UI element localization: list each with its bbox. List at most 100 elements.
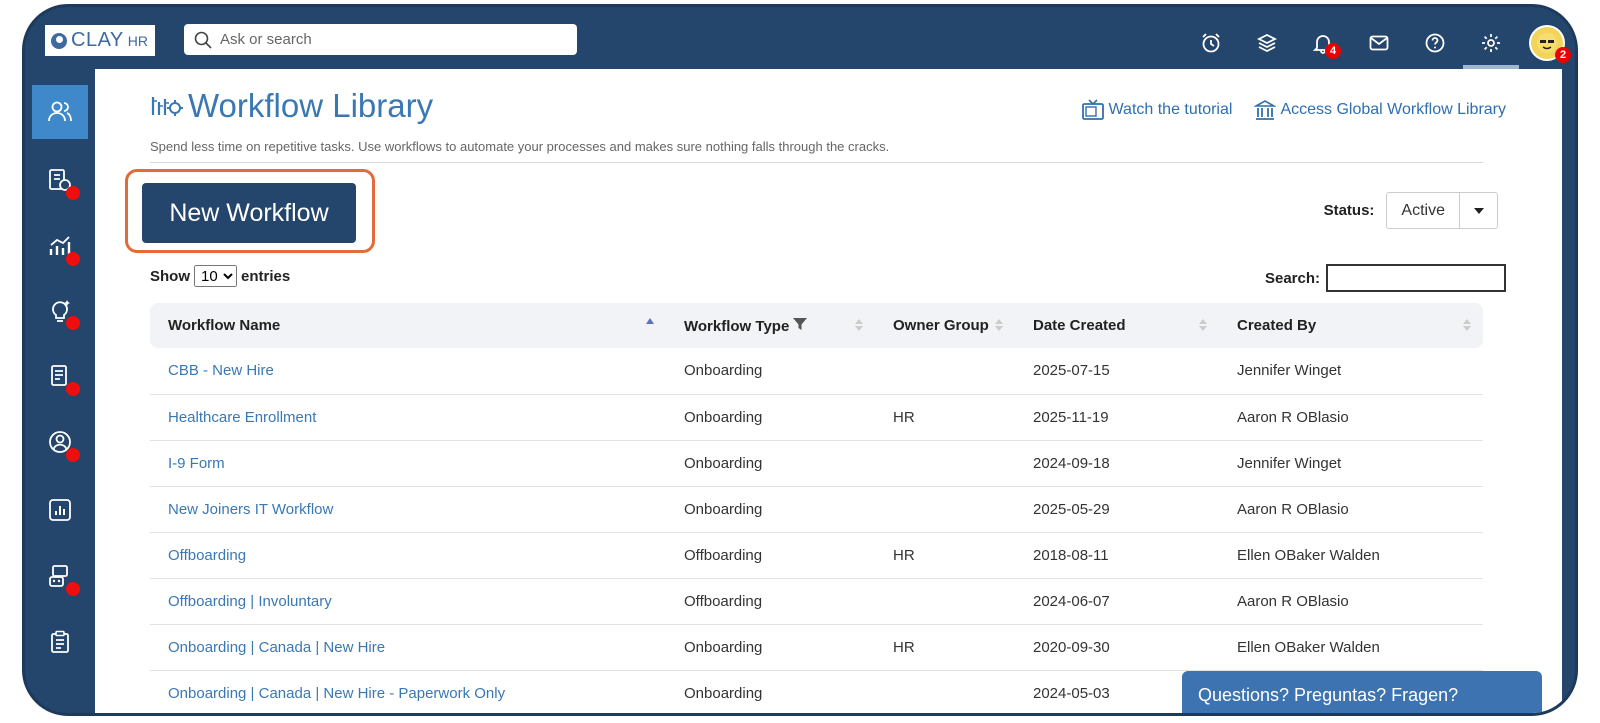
layers-icon[interactable] — [1239, 23, 1295, 63]
workflow-name-link[interactable]: New Joiners IT Workflow — [168, 501, 333, 518]
workflow-type-cell: Onboarding — [666, 394, 875, 441]
workflow-table: Workflow Name Workflow Type Owner Group … — [150, 303, 1483, 713]
column-header-workflow-type[interactable]: Workflow Type — [666, 303, 875, 348]
workflow-name-link[interactable]: I-9 Form — [168, 455, 225, 472]
owner-group-cell: HR — [875, 532, 1015, 579]
workflow-name-cell: New Joiners IT Workflow — [150, 486, 666, 533]
created-by-cell: Jennifer Winget — [1219, 348, 1483, 395]
sidebar-item-analytics[interactable] — [32, 219, 88, 273]
table-row: Onboarding | Canada | New Hire Onboardin… — [150, 624, 1483, 671]
watch-tutorial-link[interactable]: Watch the tutorial — [1081, 99, 1232, 121]
user-avatar[interactable]: 2 — [1519, 23, 1575, 63]
table-search-label: Search: — [1264, 269, 1320, 287]
app-frame: CLAY HR 4 — [22, 4, 1578, 716]
logo-suffix: HR — [127, 32, 148, 49]
owner-group-cell: HR — [875, 624, 1015, 671]
avatar-badge: 2 — [1555, 47, 1571, 63]
workflow-type-cell: Offboarding — [666, 532, 875, 579]
global-search[interactable] — [184, 24, 577, 55]
gear-icon[interactable] — [1463, 23, 1519, 69]
workflow-name-link[interactable]: Offboarding | Involuntary — [168, 593, 332, 610]
sidebar-item-profile[interactable] — [32, 415, 88, 469]
header-links: Watch the tutorial Access Global Workflo… — [1081, 99, 1506, 121]
workflow-type-cell: Onboarding — [666, 670, 875, 713]
search-icon — [194, 31, 212, 49]
status-label: Status: — [1323, 202, 1375, 219]
workflow-type-cell: Onboarding — [666, 486, 875, 533]
chat-widget[interactable]: Questions? Preguntas? Fragen? — [1182, 671, 1542, 713]
sort-icon — [1463, 319, 1471, 331]
date-created-cell: 2018-08-11 — [1015, 532, 1219, 579]
tv-icon — [1081, 99, 1104, 120]
table-search: Search: — [1265, 264, 1506, 292]
sidebar-item-robot[interactable] — [32, 549, 88, 603]
show-label: Show — [150, 267, 190, 285]
top-bar: CLAY HR 4 — [25, 7, 1575, 69]
created-by-cell: Ellen OBaker Walden — [1219, 532, 1483, 579]
column-header-label: Date Created — [1033, 317, 1126, 334]
sidebar-item-people[interactable] — [32, 85, 88, 139]
workflow-type-cell: Onboarding — [666, 440, 875, 487]
date-created-cell: 2024-06-07 — [1015, 578, 1219, 625]
global-library-link[interactable]: Access Global Workflow Library — [1254, 99, 1506, 121]
page-title: Workflow Library — [188, 87, 434, 124]
notification-badge: 4 — [1325, 43, 1341, 59]
owner-group-cell — [875, 440, 1015, 487]
created-by-cell: Ellen OBaker Walden — [1219, 624, 1483, 671]
entries-control: Show 10 entries — [150, 265, 290, 287]
date-created-cell: 2020-09-30 — [1015, 624, 1219, 671]
created-by-cell: Jennifer Winget — [1219, 440, 1483, 487]
column-header-created-by[interactable]: Created By — [1219, 303, 1483, 348]
workflow-icon — [151, 97, 183, 116]
clayhr-logo[interactable]: CLAY HR — [45, 25, 155, 56]
alert-dot — [66, 582, 80, 596]
workflow-name-cell: Onboarding | Canada | New Hire - Paperwo… — [150, 670, 666, 713]
owner-group-cell — [875, 670, 1015, 713]
date-created-cell: 2025-11-19 — [1015, 394, 1219, 441]
clipboard-icon — [51, 630, 69, 653]
column-header-owner-group[interactable]: Owner Group — [875, 303, 1015, 348]
owner-group-cell — [875, 348, 1015, 395]
workflow-name-link[interactable]: Onboarding | Canada | New Hire — [168, 639, 385, 656]
sidebar-item-ideas[interactable] — [32, 283, 88, 337]
workflow-name-cell: Offboarding | Involuntary — [150, 578, 666, 625]
status-select[interactable]: Active — [1386, 192, 1460, 229]
sidebar-item-clipboard[interactable] — [32, 615, 88, 669]
workflow-name-cell: Healthcare Enrollment — [150, 394, 666, 441]
workflow-name-link[interactable]: Healthcare Enrollment — [168, 409, 316, 426]
alert-dot — [66, 252, 80, 266]
workflow-name-link[interactable]: Offboarding — [168, 547, 246, 564]
filter-icon[interactable] — [793, 317, 808, 331]
global-library-label: Access Global Workflow Library — [1280, 101, 1506, 118]
column-header-date-created[interactable]: Date Created — [1015, 303, 1219, 348]
new-workflow-button[interactable]: New Workflow — [142, 183, 356, 243]
institution-icon — [1254, 100, 1277, 120]
column-header-workflow-name[interactable]: Workflow Name — [150, 303, 666, 348]
people-icon — [48, 101, 72, 122]
workflow-name-cell: CBB - New Hire — [150, 348, 666, 395]
created-by-cell: Aaron R OBlasio — [1219, 486, 1483, 533]
table-search-input[interactable] — [1326, 264, 1506, 292]
sort-icon — [995, 319, 1003, 331]
table-row: New Joiners IT Workflow Onboarding 2025-… — [150, 486, 1483, 533]
sort-icon — [855, 319, 863, 331]
sidebar-item-reports[interactable] — [32, 483, 88, 537]
workflow-name-link[interactable]: Onboarding | Canada | New Hire - Paperwo… — [168, 685, 505, 702]
entries-select[interactable]: 10 — [194, 265, 237, 287]
sidebar-item-documents[interactable] — [32, 349, 88, 403]
sidebar-item-payroll[interactable] — [32, 153, 88, 207]
workflow-name-cell: Onboarding | Canada | New Hire — [150, 624, 666, 671]
help-icon[interactable] — [1407, 23, 1463, 63]
status-dropdown-toggle[interactable] — [1460, 192, 1498, 229]
date-created-cell: 2024-09-18 — [1015, 440, 1219, 487]
owner-group-cell: HR — [875, 394, 1015, 441]
mail-icon[interactable] — [1351, 23, 1407, 63]
table-row: I-9 Form Onboarding 2024-09-18 Jennifer … — [150, 440, 1483, 487]
alarm-clock-icon[interactable] — [1183, 23, 1239, 63]
sort-icon — [1199, 319, 1207, 331]
column-header-label: Workflow Type — [684, 317, 790, 335]
search-input[interactable] — [220, 31, 560, 48]
bell-icon[interactable]: 4 — [1295, 23, 1351, 63]
table-row: CBB - New Hire Onboarding 2025-07-15 Jen… — [150, 348, 1483, 395]
workflow-name-link[interactable]: CBB - New Hire — [168, 362, 274, 379]
